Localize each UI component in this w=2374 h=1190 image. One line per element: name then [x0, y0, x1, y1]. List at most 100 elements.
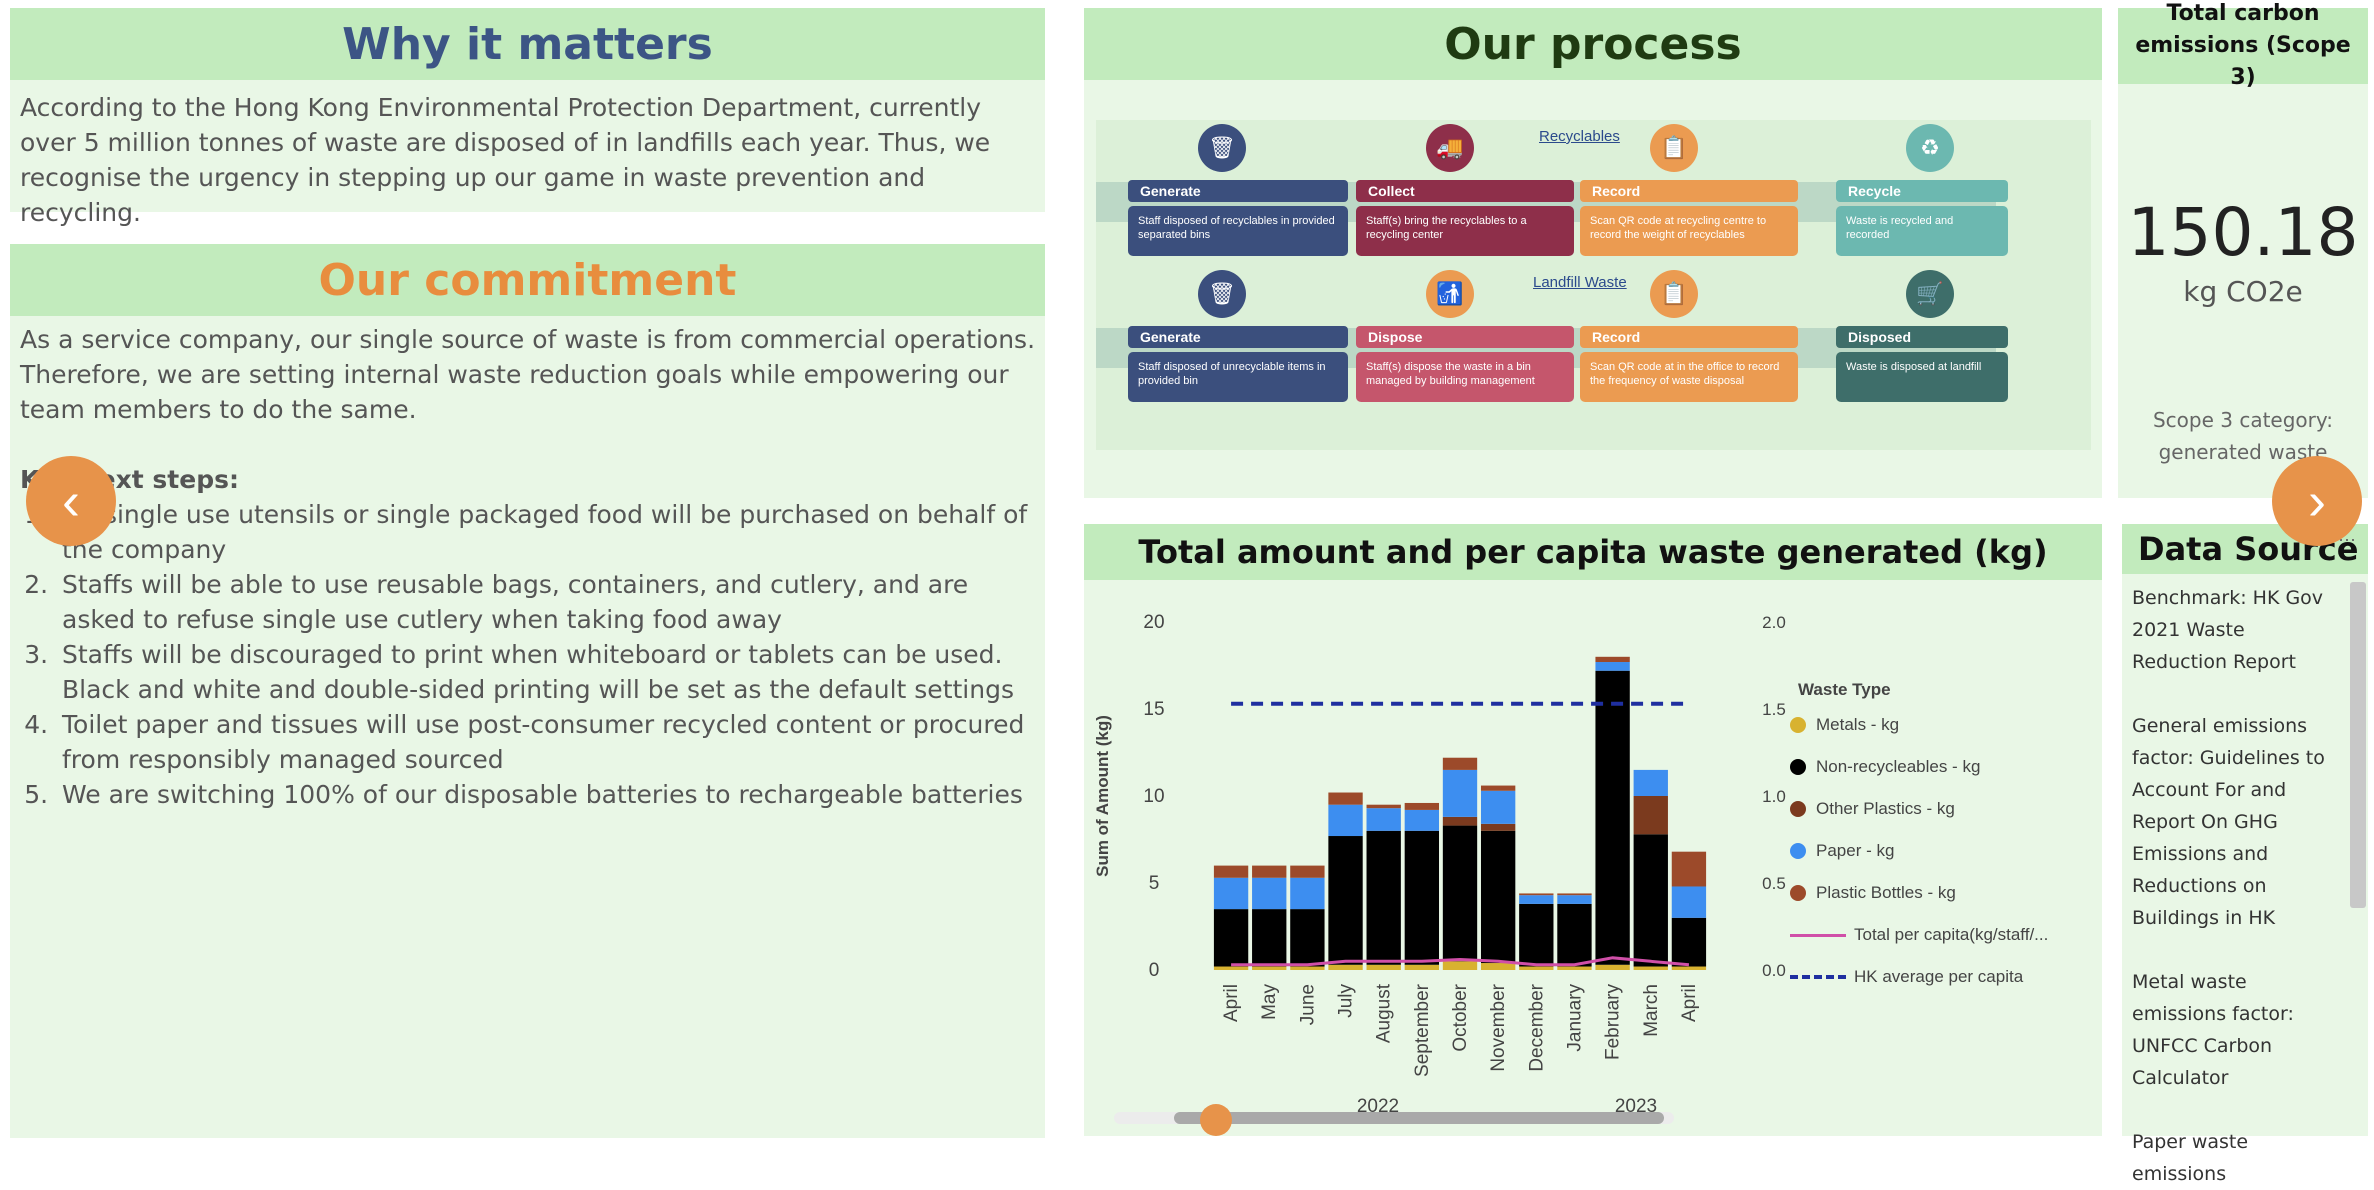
commitment-body: As a service company, our single source …	[10, 316, 1045, 812]
legend-label: Total per capita(kg/staff/...	[1854, 925, 2049, 944]
bar-segment	[1366, 808, 1401, 831]
step-body-record: Scan QR code at recycling centre to reco…	[1580, 206, 1798, 256]
next-slide-button[interactable]: ›	[2272, 456, 2362, 546]
chevron-right-icon: ›	[2308, 471, 2326, 531]
bar-segment	[1480, 963, 1516, 970]
chart-scrollbar-thumb[interactable]	[1174, 1112, 1664, 1124]
legend-label: Non-recycleables - kg	[1816, 757, 1981, 776]
bar-segment	[1328, 964, 1363, 970]
bar-segment	[1290, 966, 1325, 970]
recycle-icon: ♻	[1906, 124, 1954, 172]
legend-marker	[1790, 885, 1806, 901]
legend-marker	[1790, 717, 1806, 733]
bar-segment	[1290, 877, 1325, 910]
bar-segment	[1404, 809, 1440, 831]
datasource-benchmark: Benchmark: HK Gov 2021 Waste Reduction R…	[2132, 587, 2324, 673]
step-body-recycle: Waste is recycled and recorded	[1836, 206, 2008, 256]
waste-chart-header: Total amount and per capita waste genera…	[1084, 524, 2102, 580]
bar-segment	[1290, 865, 1325, 878]
x-tick-label: July	[1336, 984, 1357, 1018]
bar-segment	[1557, 966, 1592, 970]
why-it-matters-panel: Why it matters According to the Hong Kon…	[10, 8, 1045, 227]
legend-item[interactable]: Non-recycleables - kg	[1790, 746, 2090, 788]
bar-segment	[1671, 886, 1707, 918]
legend-item[interactable]: Plastic Bottles - kg	[1790, 872, 2090, 914]
bar-segment	[1519, 893, 1554, 896]
legend-item[interactable]: Total per capita(kg/staff/...	[1790, 914, 2090, 956]
bar-segment	[1633, 966, 1668, 970]
bar-segment	[1595, 656, 1630, 663]
y-axis-label: Sum of Amount (kg)	[1093, 715, 1112, 877]
step-body-disposed: Waste is disposed at landfill	[1836, 352, 2008, 402]
y2-tick-label: 1.0	[1762, 787, 1786, 806]
list-item: Toilet paper and tissues will use post-c…	[56, 707, 1035, 777]
emissions-unit: kg CO2e	[2183, 275, 2303, 308]
legend-label: Metals - kg	[1816, 715, 1900, 734]
y-tick-label: 10	[1143, 786, 1164, 807]
landfill-waste-link[interactable]: Landfill Waste	[1533, 274, 1627, 291]
y2-tick-label: 2.0	[1762, 613, 1786, 632]
bar-segment	[1557, 893, 1592, 896]
process-title: Our process	[1444, 18, 1742, 70]
bar-segment	[1252, 865, 1287, 878]
step-head-generate: Generate	[1128, 180, 1348, 202]
step-head-generate: Generate	[1128, 326, 1348, 348]
legend-item[interactable]: Other Plastics - kg	[1790, 788, 2090, 830]
bar-segment	[1519, 966, 1554, 970]
previous-slide-button[interactable]: ‹	[26, 456, 116, 546]
chart-legend: Waste Type Metals - kg Non-recycleables -…	[1790, 680, 2090, 998]
bar-segment	[1252, 909, 1287, 967]
step-body-record: Scan QR code at in the office to record …	[1580, 352, 1798, 402]
list-item: Staffs will be discouraged to print when…	[56, 637, 1035, 707]
bar-segment	[1328, 792, 1363, 805]
bar-segment	[1480, 790, 1516, 824]
y-tick-label: 5	[1149, 873, 1160, 894]
trash-icon: 🗑	[1198, 124, 1246, 172]
person-bin-icon: 🚮	[1426, 270, 1474, 318]
legend-item[interactable]: HK average per capita	[1790, 956, 2090, 998]
commitment-panel: Our commitment As a service company, our…	[10, 244, 1045, 1138]
legend-line-marker	[1790, 975, 1846, 979]
chevron-left-icon: ‹	[62, 471, 80, 531]
bar-segment	[1633, 769, 1668, 796]
legend-line-marker	[1790, 933, 1846, 937]
bar-segment	[1442, 769, 1478, 817]
bar-segment	[1366, 964, 1401, 970]
legend-title: Waste Type	[1798, 680, 1891, 699]
chart-scrollbar-track[interactable]	[1114, 1112, 1674, 1124]
bar-segment	[1442, 825, 1478, 962]
bar-segment	[1213, 966, 1249, 970]
why-it-matters-title: Why it matters	[342, 18, 713, 70]
legend-label: Paper - kg	[1816, 841, 1895, 860]
trash-icon: 🗑	[1198, 270, 1246, 318]
legend-marker	[1790, 759, 1806, 775]
datasource-text: Benchmark: HK Gov 2021 Waste Reduction R…	[2122, 574, 2368, 1190]
legend-item[interactable]: Paper - kg	[1790, 830, 2090, 872]
emissions-card: Total carbon emissions (Scope 3) 150.18 …	[2118, 1, 2368, 498]
bar-segment	[1404, 830, 1440, 965]
bar-segment	[1404, 964, 1440, 970]
chart-scroll-handle[interactable]	[1200, 1104, 1232, 1136]
process-header: Our process	[1084, 8, 2102, 80]
legend-item[interactable]: Metals - kg	[1790, 704, 2090, 746]
step-head-dispose: Dispose	[1356, 326, 1574, 348]
step-body-generate: Staff disposed of recyclables in provide…	[1128, 206, 1348, 256]
bar-segment	[1671, 917, 1707, 967]
legend-marker	[1790, 801, 1806, 817]
datasource-scrollbar[interactable]	[2350, 582, 2366, 908]
bar-segment	[1595, 662, 1630, 671]
step-head-record: Record	[1580, 180, 1798, 202]
bar-segment	[1366, 830, 1401, 965]
waste-chart-title: Total amount and per capita waste genera…	[1138, 533, 2048, 571]
x-tick-label: May	[1259, 984, 1280, 1020]
clipboard-icon: 📋	[1650, 270, 1698, 318]
y2-tick-label: 1.5	[1762, 700, 1786, 719]
bar-segment	[1328, 804, 1363, 837]
step-body-collect: Staff(s) bring the recyclables to a recy…	[1356, 206, 1574, 256]
emissions-title: Total carbon emissions (Scope 3)	[2135, 1, 2351, 90]
recyclables-link[interactable]: Recyclables	[1539, 128, 1620, 145]
bar-segment	[1480, 830, 1516, 964]
x-tick-label: April	[1679, 984, 1700, 1022]
why-it-matters-text: According to the Hong Kong Environmental…	[20, 93, 991, 227]
steps-heading: Key next steps:	[20, 465, 239, 494]
